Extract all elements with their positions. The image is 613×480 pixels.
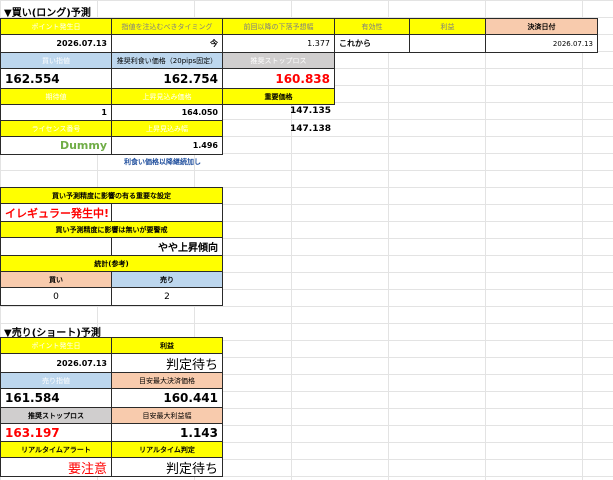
long-license-header[interactable]: ライセンス番号 [0, 120, 112, 137]
long-settle-date-header[interactable]: 決済日付 [485, 18, 598, 35]
long-license-value[interactable]: Dummy [0, 136, 112, 155]
trend-value[interactable]: やや上昇傾向 [111, 237, 223, 256]
realtime-alert-value[interactable]: 要注意 [0, 457, 112, 477]
long-buy-limit-header[interactable]: 買い指値 [0, 52, 112, 69]
long-target-price-header[interactable]: 推奨利食い価格（20pips固定） [111, 52, 223, 69]
long-section-title: ▼買い(ロング)予測 [4, 8, 91, 19]
sell-count-label[interactable]: 売り [111, 271, 223, 288]
caution-header[interactable]: 買い予測精度に影響は無いが要警戒 [0, 221, 223, 238]
long-validity-header[interactable]: 有効性 [334, 18, 410, 35]
long-expected-value[interactable]: 1 [0, 104, 112, 121]
long-stoploss-value[interactable]: 160.838 [222, 68, 335, 89]
short-target-header[interactable]: 目安最大決済価格 [111, 372, 223, 389]
trend-label-cell[interactable] [0, 237, 112, 256]
realtime-judge-value[interactable]: 判定待ち [111, 457, 223, 477]
long-upper-expected-header[interactable]: 上昇見込み価格 [111, 88, 223, 105]
short-target-value[interactable]: 160.441 [111, 388, 223, 408]
long-important-price-1: 147.135 [290, 106, 331, 116]
long-upper-range-header[interactable]: 上昇見込み幅 [111, 120, 223, 137]
short-sell-limit-header[interactable]: 売り指値 [0, 372, 112, 389]
long-entry-timing-header[interactable]: 指値を注込むべきタイミング [111, 18, 223, 35]
sell-count-value[interactable]: 2 [111, 287, 223, 306]
long-target-price-value[interactable]: 162.754 [111, 68, 223, 89]
long-validity-value[interactable]: これから [334, 34, 410, 53]
irregular-status[interactable]: イレギュラー発生中! [0, 203, 112, 222]
long-settle-date-value[interactable]: 2026.07.13 [485, 34, 598, 53]
long-upper-expected-value[interactable]: 164.050 [111, 104, 223, 121]
long-profit-value[interactable] [409, 34, 486, 53]
long-point-date-value[interactable]: 2026.07.13 [0, 34, 112, 53]
important-settings-header[interactable]: 買い予測精度に影響の有る重要な設定 [0, 187, 223, 204]
realtime-alert-header[interactable]: リアルタイムアラート [0, 441, 112, 458]
long-buy-limit-value[interactable]: 162.554 [0, 68, 112, 89]
long-expected-header[interactable]: 期待値 [0, 88, 112, 105]
long-stoploss-header[interactable]: 推奨ストップロス [222, 52, 335, 69]
long-upper-range-value[interactable]: 1.496 [111, 136, 223, 155]
long-point-date-header[interactable]: ポイント発生日 [0, 18, 112, 35]
short-stoploss-header[interactable]: 推奨ストップロス [0, 407, 112, 424]
short-stoploss-value[interactable]: 163.197 [0, 423, 112, 442]
long-entry-timing-value[interactable]: 今 [111, 34, 223, 53]
short-sell-limit-value[interactable]: 161.584 [0, 388, 112, 408]
long-expected-range-header[interactable]: 前回以降の下落予想幅 [222, 18, 335, 35]
short-profit-header[interactable]: 利益 [111, 337, 223, 354]
long-expected-range-value[interactable]: 1.377 [222, 34, 335, 53]
long-profit-header[interactable]: 利益 [409, 18, 486, 35]
continuation-link[interactable]: 利食い価格以降継続加し [124, 157, 201, 167]
short-max-profit-value[interactable]: 1.143 [111, 423, 223, 442]
short-profit-value[interactable]: 判定待ち [111, 353, 223, 373]
statistics-header[interactable]: 統計(参考) [0, 255, 223, 272]
short-point-date-value[interactable]: 2026.07.13 [0, 353, 112, 373]
buy-count-label[interactable]: 買い [0, 271, 112, 288]
buy-count-value[interactable]: 0 [0, 287, 112, 306]
long-important-price-2: 147.138 [290, 124, 331, 134]
short-point-date-header[interactable]: ポイント発生日 [0, 337, 112, 354]
long-important-price-header[interactable]: 重要価格 [222, 88, 335, 105]
irregular-status-detail[interactable] [111, 203, 223, 222]
short-max-profit-header[interactable]: 目安最大利益幅 [111, 407, 223, 424]
realtime-judge-header[interactable]: リアルタイム判定 [111, 441, 223, 458]
